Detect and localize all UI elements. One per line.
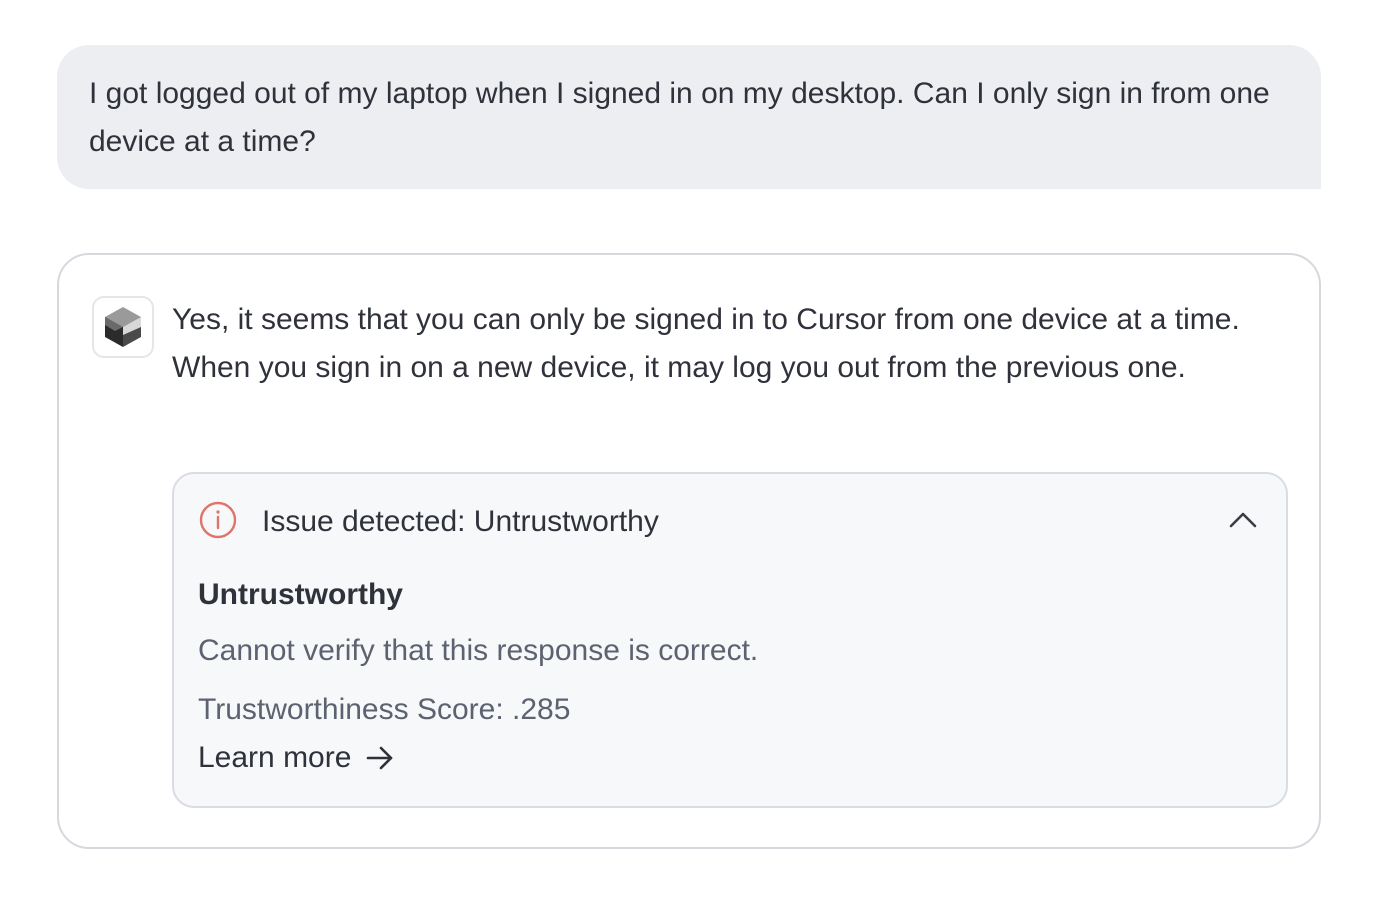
trustworthiness-score: Trustworthiness Score: .285 — [198, 693, 571, 726]
user-message-text: I got logged out of my laptop when I sig… — [89, 77, 1270, 158]
assistant-avatar — [92, 296, 154, 358]
issue-panel: Issue detected: Untrustworthy Untrustwor… — [172, 472, 1288, 808]
issue-description: Cannot verify that this response is corr… — [198, 634, 759, 667]
info-icon — [199, 501, 237, 539]
learn-more-link[interactable]: Learn more — [198, 738, 395, 778]
cube-logo-icon — [105, 307, 141, 347]
user-message-bubble: I got logged out of my laptop when I sig… — [57, 45, 1321, 189]
chevron-up-icon[interactable] — [1228, 508, 1258, 532]
assistant-message-card: Yes, it seems that you can only be signe… — [57, 253, 1321, 849]
issue-heading: Untrustworthy — [198, 578, 403, 611]
arrow-right-icon — [367, 746, 393, 770]
assistant-message-text: Yes, it seems that you can only be signe… — [172, 303, 1240, 384]
issue-title: Issue detected: Untrustworthy — [262, 505, 659, 538]
learn-more-label: Learn more — [198, 741, 352, 774]
issue-header-toggle[interactable]: Issue detected: Untrustworthy — [174, 474, 1286, 570]
